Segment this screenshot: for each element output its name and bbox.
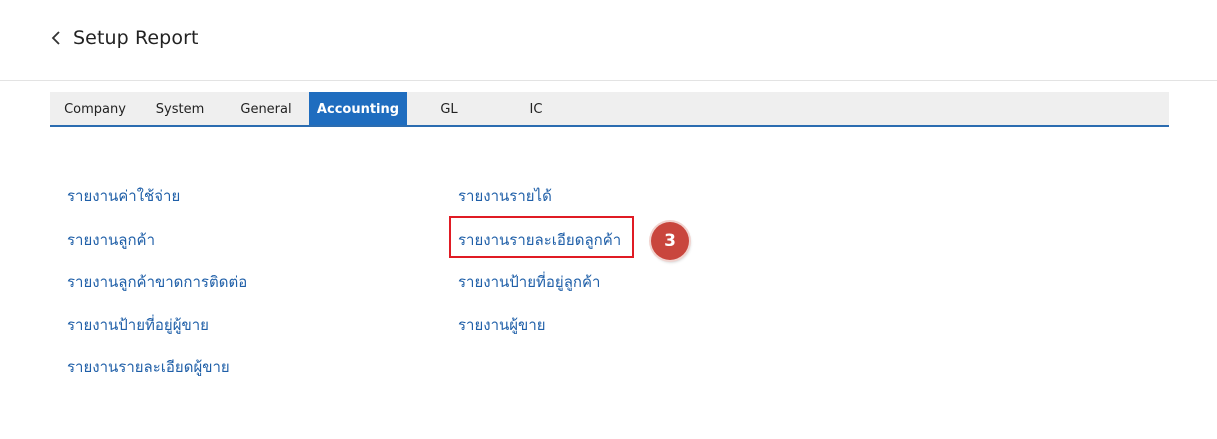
- page-title: Setup Report: [73, 27, 199, 49]
- report-link-vendor[interactable]: รายงานผู้ขาย: [458, 313, 546, 337]
- tab-gl[interactable]: GL: [427, 92, 471, 125]
- report-link-customer-address-label[interactable]: รายงานป้ายที่อยู่ลูกค้า: [458, 270, 600, 294]
- page-header: Setup Report: [0, 0, 1217, 81]
- step-badge: 3: [651, 222, 689, 260]
- tab-general[interactable]: General: [232, 92, 300, 125]
- highlight-box: [449, 216, 634, 258]
- tab-company[interactable]: Company: [58, 92, 132, 125]
- tab-system[interactable]: System: [148, 92, 212, 125]
- back-button[interactable]: Setup Report: [49, 27, 199, 49]
- chevron-left-icon: [51, 31, 60, 45]
- report-link-income[interactable]: รายงานรายได้: [458, 184, 552, 208]
- tab-ic[interactable]: IC: [519, 92, 553, 125]
- report-link-vendor-detail[interactable]: รายงานรายละเอียดผู้ขาย: [67, 355, 230, 379]
- tab-accounting[interactable]: Accounting: [309, 92, 407, 125]
- report-link-vendor-address-label[interactable]: รายงานป้ายที่อยู่ผู้ขาย: [67, 313, 209, 337]
- report-link-expense[interactable]: รายงานค่าใช้จ่าย: [67, 184, 180, 208]
- report-link-customer[interactable]: รายงานลูกค้า: [67, 228, 155, 252]
- report-category-tabs: Company System General Accounting GL IC: [50, 92, 1169, 127]
- report-link-customer-lost-contact[interactable]: รายงานลูกค้าขาดการติดต่อ: [67, 270, 247, 294]
